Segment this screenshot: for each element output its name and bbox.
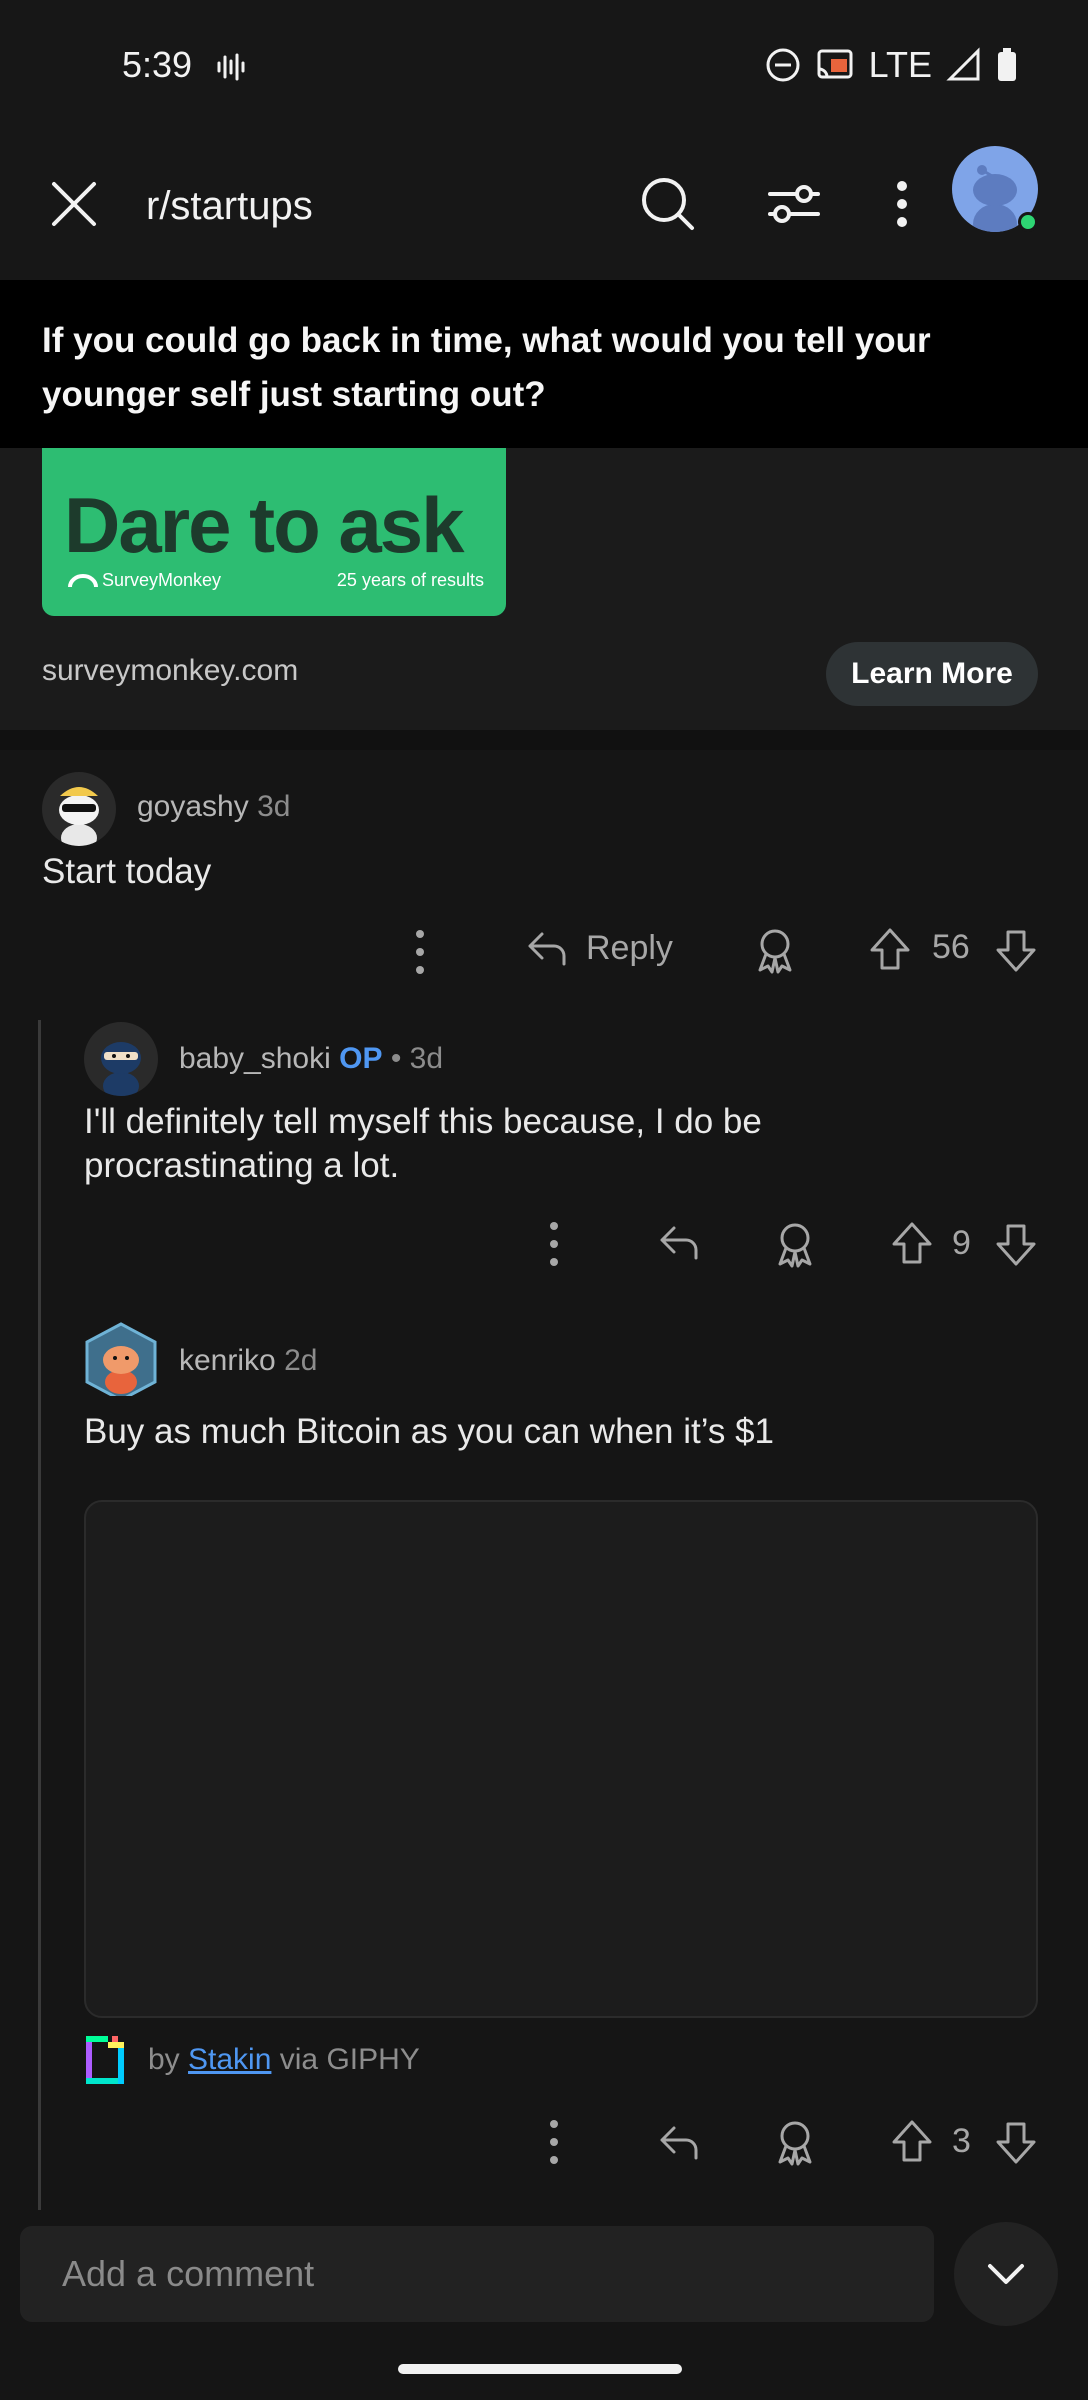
giphy-logo-icon	[86, 2036, 124, 2084]
vote-count: 9	[952, 1224, 971, 1262]
search-icon[interactable]	[636, 172, 700, 236]
close-icon[interactable]	[42, 172, 106, 236]
voice-activity-icon	[217, 53, 245, 81]
toolbar: r/startups	[0, 130, 1088, 280]
chevron-down-icon	[988, 2264, 1024, 2284]
avatar[interactable]	[42, 772, 116, 846]
network-type: LTE	[868, 44, 932, 85]
avatar[interactable]	[84, 1022, 158, 1096]
snoo-hexagon-avatar-icon	[85, 1322, 157, 1396]
upvote-icon[interactable]	[890, 1220, 934, 1266]
comment-body: I'll definitely tell myself this because…	[84, 1102, 762, 1185]
more-options-icon[interactable]	[400, 924, 440, 980]
filter-icon[interactable]	[762, 172, 826, 236]
vote-count: 3	[952, 2122, 971, 2160]
award-icon[interactable]	[772, 2118, 818, 2166]
downvote-icon[interactable]	[994, 1222, 1038, 1268]
downvote-icon[interactable]	[994, 928, 1038, 974]
comment-body: Buy as much Bitcoin as you can when it’s…	[84, 1412, 775, 1451]
comment-body: Start today	[42, 852, 212, 891]
online-indicator	[1018, 212, 1038, 232]
award-icon[interactable]	[752, 926, 798, 974]
signal-icon	[946, 47, 980, 81]
do-not-disturb-icon	[766, 48, 800, 82]
reply-icon	[528, 932, 566, 966]
snoo-sunglasses-avatar-icon	[59, 787, 99, 846]
downvote-icon[interactable]	[994, 2120, 1038, 2166]
comment-author[interactable]: goyashy 3d	[137, 790, 290, 824]
cast-icon	[817, 49, 853, 79]
upvote-icon[interactable]	[890, 2118, 934, 2164]
comment-author[interactable]: baby_shoki OP • 3d	[179, 1042, 443, 1076]
status-bar: 5:39 LTE	[0, 0, 1088, 130]
ad-domain[interactable]: surveymonkey.com	[42, 654, 298, 688]
status-icons: LTE	[765, 44, 1018, 86]
avatar[interactable]	[84, 1322, 158, 1396]
reply-button[interactable]: Reply	[524, 926, 673, 970]
surveymonkey-logo-icon	[68, 574, 98, 588]
comment-author[interactable]: kenriko 2d	[179, 1344, 317, 1378]
upvote-icon[interactable]	[868, 926, 912, 972]
add-comment-input[interactable]: Add a comment	[20, 2226, 934, 2322]
scroll-down-button[interactable]	[954, 2222, 1058, 2326]
gif-credit: by Stakin via GIPHY	[84, 2034, 420, 2086]
thread-line	[38, 1020, 41, 2210]
status-time: 5:39	[122, 44, 193, 85]
home-indicator[interactable]	[398, 2364, 682, 2374]
battery-icon	[998, 48, 1016, 81]
reply-icon[interactable]	[656, 2120, 702, 2164]
reply-icon[interactable]	[656, 1220, 702, 1264]
more-options-icon[interactable]	[534, 2114, 574, 2170]
promoted-ad: Dare to ask SurveyMonkey 25 years of res…	[0, 448, 1088, 730]
award-icon[interactable]	[772, 1220, 818, 1268]
more-options-icon[interactable]	[872, 172, 932, 236]
more-options-icon[interactable]	[534, 1216, 574, 1272]
vote-count: 56	[932, 928, 970, 966]
subreddit-title[interactable]: r/startups	[146, 184, 313, 229]
learn-more-button[interactable]: Learn More	[826, 642, 1038, 706]
ad-brand: SurveyMonkey	[68, 570, 221, 591]
op-badge: OP	[339, 1042, 383, 1075]
divider	[0, 730, 1088, 750]
ad-banner[interactable]: Dare to ask SurveyMonkey 25 years of res…	[42, 448, 506, 616]
post-title[interactable]: If you could go back in time, what would…	[0, 280, 1088, 448]
snoo-ninja-avatar-icon	[101, 1042, 141, 1096]
ad-tagline: 25 years of results	[336, 570, 484, 590]
gif-embed[interactable]	[84, 1500, 1038, 2018]
ad-headline: Dare to ask	[64, 481, 465, 569]
gif-author-link[interactable]: Stakin	[188, 2043, 271, 2076]
